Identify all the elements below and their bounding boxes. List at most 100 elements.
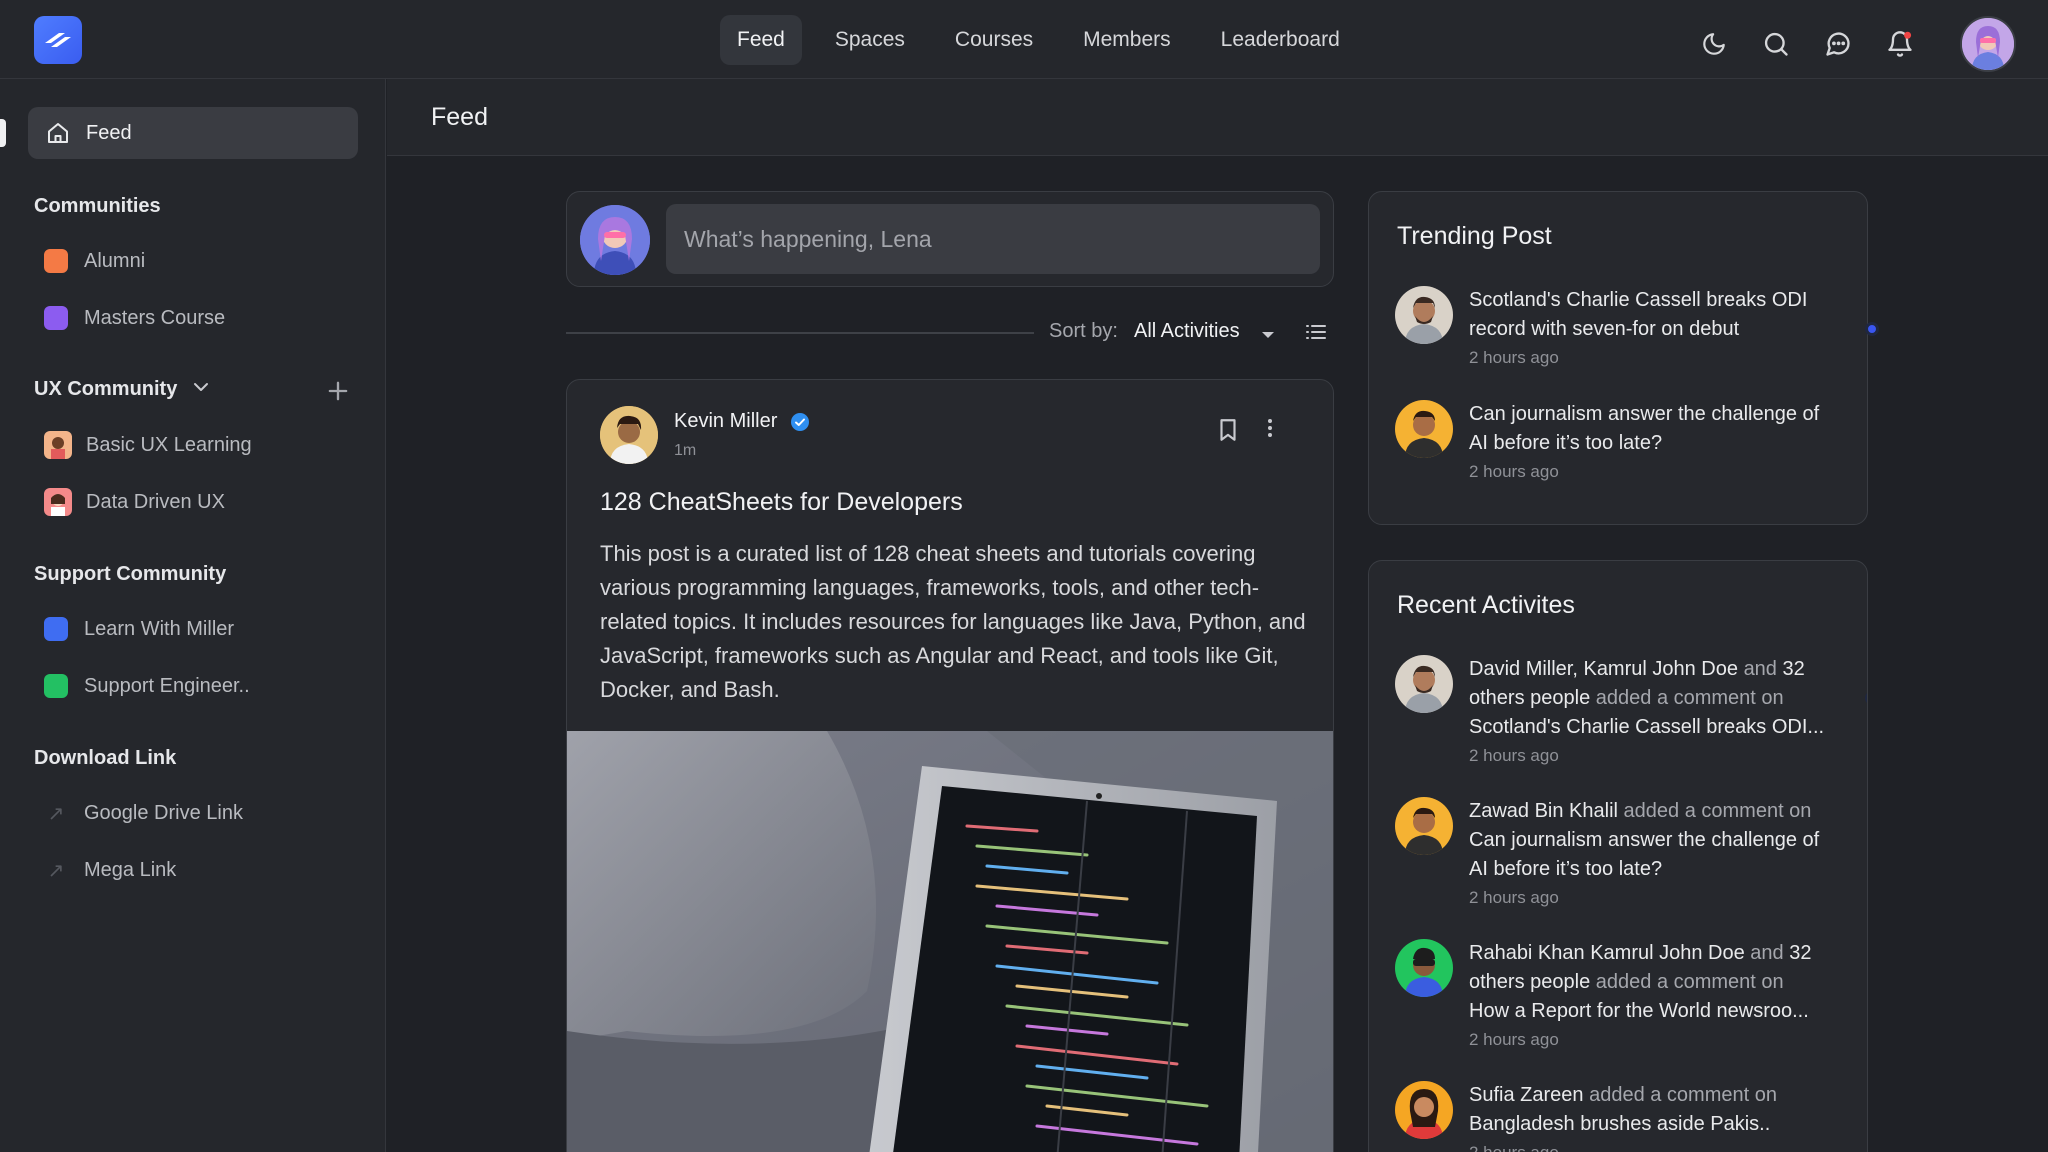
sidebar-item-label: Learn With Miller [84,617,235,640]
author-avatar[interactable] [600,406,658,464]
nav-leaderboard[interactable]: Leaderboard [1204,15,1357,65]
nav-spaces[interactable]: Spaces [818,15,922,65]
trending-time: 2 hours ago [1469,348,1559,367]
author-name[interactable]: Kevin Miller [674,410,777,433]
post-timestamp: 1m [674,442,697,459]
nav-feed[interactable]: Feed [720,15,802,65]
home-icon [46,121,70,145]
sidebar-item-label: Alumni [84,249,146,272]
divider [566,332,1034,334]
sidebar-item-feed[interactable]: Feed [28,107,358,159]
activity-avatar [1395,797,1453,855]
basic-ux-avatar [44,431,72,459]
trending-avatar [1395,400,1453,458]
activity-avatar [1395,655,1453,713]
add-space-icon[interactable] [324,377,352,410]
verified-badge-icon [790,412,810,437]
trending-text: Scotland's Charlie Cassell breaks ODI re… [1469,289,1808,340]
chevron-down-icon[interactable] [190,379,212,400]
trending-avatar [1395,286,1453,344]
activity-item[interactable]: David Miller, Kamrul John Doe and 32 oth… [1395,655,1867,775]
app-logo[interactable] [34,16,82,64]
more-options-icon[interactable] [1265,416,1275,445]
sidebar-item-support-engineer[interactable]: Support Engineer.. [44,668,250,704]
user-avatar[interactable] [1960,16,2016,72]
activity-avatar [1395,939,1453,997]
top-navigation: Feed Spaces Courses Members Leaderboard [720,15,1357,65]
activity-time: 2 hours ago [1469,746,1559,765]
chat-icon[interactable] [1814,20,1862,68]
section-download-link: Download Link [34,747,177,769]
main-header: Feed [387,79,2048,156]
activity-action: added a comment on [1623,800,1812,822]
post-card: Kevin Miller 1m 128 CheatSheets for Deve… [566,379,1334,1152]
sidebar-item-label: Masters Course [84,306,226,329]
search-icon[interactable] [1752,20,1800,68]
activity-target[interactable]: Can journalism answer the challenge of A… [1469,829,1819,880]
sidebar-item-label: Mega Link [84,858,177,881]
list-view-icon[interactable] [1304,320,1328,349]
activity-names[interactable]: Zawad Bin Khalil [1469,800,1618,822]
external-link-icon: ↗ [47,802,65,825]
sidebar-item-masters-course[interactable]: Masters Course [44,300,225,336]
activity-text: Sufia Zareen added a comment on Banglade… [1469,1081,1839,1139]
masters-course-color-icon [44,306,68,330]
unread-dot [1865,691,1867,705]
nav-members[interactable]: Members [1066,15,1188,65]
activity-item[interactable]: Rahabi Khan Kamrul John Doe and 32 other… [1395,939,1855,1059]
moon-icon[interactable] [1690,20,1738,68]
sort-dropdown[interactable]: All Activities [1134,320,1240,343]
sidebar-item-mega-link[interactable]: ↗ Mega Link [44,852,177,888]
sidebar-item-label: Basic UX Learning [86,433,252,456]
activity-and: and [1743,658,1777,680]
activity-item[interactable]: Sufia Zareen added a comment on Banglade… [1395,1081,1855,1152]
learn-with-miller-color-icon [44,617,68,641]
trending-panel: Trending Post Scotland's Charlie Cassell… [1368,191,1879,525]
activity-text: Zawad Bin Khalil added a comment on Can … [1469,797,1839,884]
sidebar-item-data-driven-ux[interactable]: Data Driven UX [44,484,225,520]
sidebar-item-basic-ux-learning[interactable]: Basic UX Learning [44,427,252,463]
activity-action: added a comment on [1595,971,1784,993]
activity-action: added a comment on [1589,1084,1777,1106]
composer-input[interactable] [666,204,1320,274]
activity-and: and [1750,942,1784,964]
recent-activities-panel: Recent Activites David Miller, Kamrul Jo… [1368,560,1868,1152]
unread-dot [1865,322,1879,336]
activity-item[interactable]: Zawad Bin Khalil added a comment on Can … [1395,797,1855,917]
nav-courses[interactable]: Courses [938,15,1050,65]
activity-names[interactable]: Sufia Zareen [1469,1084,1584,1106]
sidebar-item-learn-with-miller[interactable]: Learn With Miller [44,611,234,647]
data-driven-ux-avatar [44,488,72,516]
activity-time: 2 hours ago [1469,1030,1559,1049]
activity-text: Rahabi Khan Kamrul John Doe and 32 other… [1469,939,1839,1026]
caret-down-icon[interactable] [1260,327,1276,345]
sidebar-item-alumni[interactable]: Alumni [44,243,145,279]
trending-item[interactable]: Scotland's Charlie Cassell breaks ODI re… [1395,286,1879,376]
activity-names[interactable]: Rahabi Khan Kamrul John Doe [1469,942,1745,964]
active-indicator [0,119,6,147]
top-actions [1690,16,2016,72]
trending-time: 2 hours ago [1469,462,1559,481]
recent-title: Recent Activites [1397,591,1575,619]
post-title[interactable]: 128 CheatSheets for Developers [600,488,963,517]
bell-icon[interactable] [1876,20,1924,68]
activity-target[interactable]: Scotland's Charlie Cassell breaks ODI... [1469,713,1839,742]
activity-target[interactable]: Bangladesh brushes aside Pakis.. [1469,1110,1839,1139]
composer-avatar [580,205,650,275]
post-body: This post is a curated list of 128 cheat… [600,541,1306,702]
sidebar-item-google-drive-link[interactable]: ↗ Google Drive Link [44,795,243,831]
post-image[interactable] [567,731,1333,1152]
trending-item[interactable]: Can journalism answer the challenge of A… [1395,400,1855,490]
section-ux-community[interactable]: UX Community [34,378,177,401]
sort-label: Sort by: [1049,320,1118,342]
sidebar: Feed Communities Alumni Masters Course U… [0,79,386,1152]
activity-time: 2 hours ago [1469,1143,1559,1152]
activity-names[interactable]: David Miller, Kamrul John Doe [1469,658,1738,680]
sidebar-item-label: Feed [86,121,132,144]
activity-target[interactable]: How a Report for the World newsroo... [1469,997,1839,1026]
bookmark-icon[interactable] [1215,416,1241,449]
activity-text: David Miller, Kamrul John Doe and 32 oth… [1469,655,1839,742]
sidebar-item-label: Support Engineer.. [84,674,250,697]
section-communities: Communities [34,195,161,217]
section-support-community: Support Community [34,563,227,585]
